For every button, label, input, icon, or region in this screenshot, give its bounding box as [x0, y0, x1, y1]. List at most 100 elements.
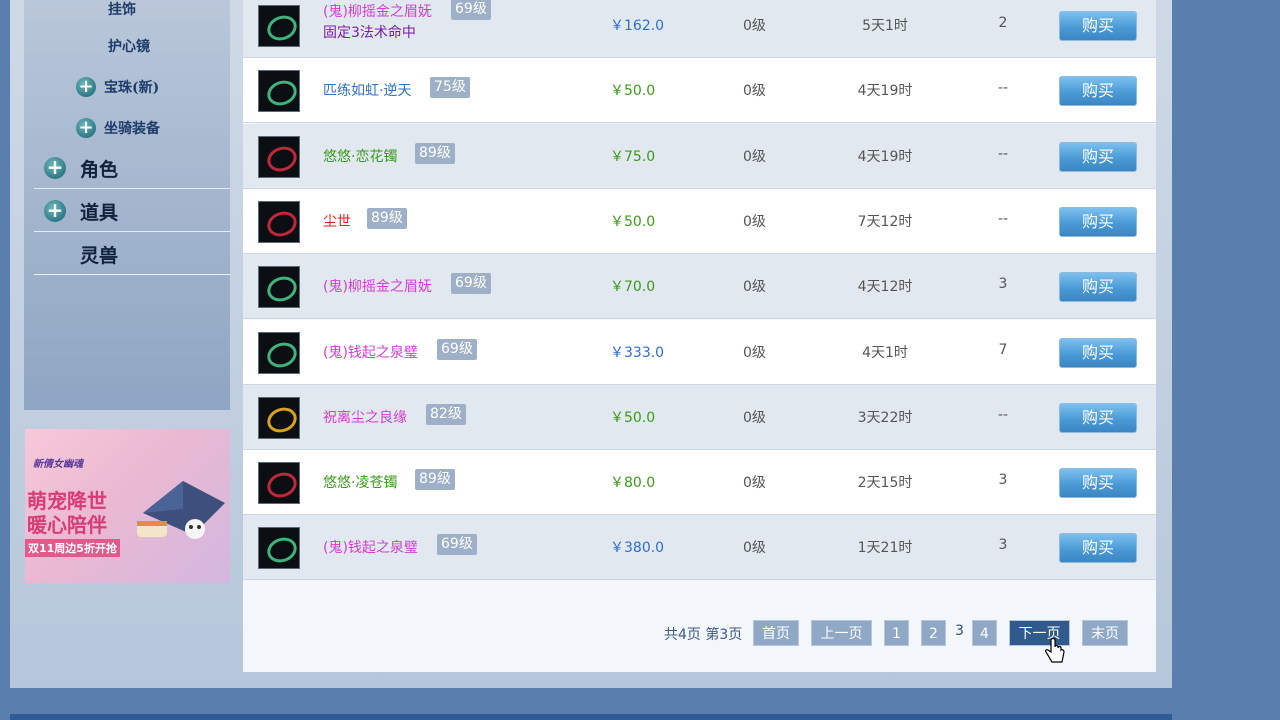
banner-headline-2: 暖心陪伴 [27, 513, 107, 537]
sidebar-item-label: 坐骑装备 [104, 121, 160, 137]
item-bracelet-icon[interactable] [258, 266, 301, 308]
bracelet-icon [263, 403, 301, 437]
first-page-button[interactable]: 首页 [753, 620, 799, 646]
sidebar-item-mount-gear[interactable]: + 坐骑装备 [24, 109, 230, 149]
bracelet-icon [263, 338, 301, 372]
sidebar-item-pendant[interactable]: 挂饰 [24, 0, 230, 30]
item-name[interactable]: (鬼)钱起之泉璧 [323, 342, 418, 362]
item-name[interactable]: 匹练如虹·逆天 [323, 80, 411, 100]
item-price: ￥80.0 [610, 475, 656, 491]
table-row: (鬼)钱起之泉璧 69级 ￥333.0 0级 4天1时 7 购买 [243, 320, 1156, 385]
time-remaining: 4天19时 [857, 83, 913, 99]
level-badge: 69级 [437, 534, 477, 555]
time-remaining: 4天19时 [857, 149, 913, 165]
last-page-button[interactable]: 末页 [1082, 620, 1128, 646]
item-price: ￥75.0 [610, 149, 656, 165]
buy-button[interactable]: 购买 [1059, 272, 1137, 302]
buy-button[interactable]: 购买 [1059, 76, 1137, 106]
item-bracelet-icon[interactable] [258, 527, 301, 569]
sidebar-item-label: 挂饰 [108, 2, 136, 18]
item-count: 7 [998, 342, 1008, 358]
sidebar-item-label: 道具 [80, 202, 119, 224]
prev-page-button[interactable]: 上一页 [811, 620, 872, 646]
buy-button[interactable]: 购买 [1059, 207, 1137, 237]
item-price: ￥50.0 [610, 410, 656, 426]
table-row: 悠悠·凌苍镯 89级 ￥80.0 0级 2天15时 3 购买 [243, 450, 1156, 515]
level-badge: 89级 [415, 469, 455, 490]
table-row: (鬼)柳摇金之眉妩 69级 固定3法术命中 ￥162.0 0级 5天1时 2 购买 [243, 0, 1156, 58]
required-level: 0级 [743, 279, 766, 295]
required-level: 0级 [743, 540, 766, 556]
item-count: -- [997, 211, 1009, 227]
required-level: 0级 [743, 410, 766, 426]
item-name[interactable]: 尘世 [323, 211, 351, 231]
page-1-button[interactable]: 1 [884, 620, 909, 646]
item-name[interactable]: 祝离尘之良缘 [323, 407, 407, 427]
page-info: 共4页 第3页 [664, 627, 743, 643]
bottom-bar [10, 714, 1172, 720]
buy-button[interactable]: 购买 [1059, 468, 1137, 498]
table-row: 匹练如虹·逆天 75级 ￥50.0 0级 4天19时 -- 购买 [243, 58, 1156, 123]
table-row: 祝离尘之良缘 82级 ￥50.0 0级 3天22时 -- 购买 [243, 385, 1156, 450]
promo-banner[interactable]: 新倩女幽魂 萌宠降世 暖心陪伴 双11周边5折开抢 [25, 429, 230, 583]
banner-promo-text: 双11周边5折开抢 [25, 539, 120, 557]
bracelet-icon [263, 142, 301, 176]
category-sidebar: 挂饰 护心镜 + 宝珠(新) + 坐骑装备 + 角色 + 道具 灵兽 [24, 0, 230, 410]
item-bracelet-icon[interactable] [258, 397, 301, 439]
table-row: (鬼)钱起之泉璧 69级 ￥380.0 0级 1天21时 3 购买 [243, 515, 1156, 580]
item-bracelet-icon[interactable] [258, 462, 301, 504]
buy-button[interactable]: 购买 [1059, 533, 1137, 563]
expand-plus-icon[interactable]: + [44, 157, 66, 179]
item-price: ￥50.0 [610, 83, 656, 99]
time-remaining: 2天15时 [857, 475, 913, 491]
bracelet-icon [263, 468, 301, 502]
expand-plus-icon[interactable]: + [76, 118, 96, 138]
item-bracelet-icon[interactable] [258, 70, 301, 112]
item-bracelet-icon[interactable] [258, 136, 301, 178]
sidebar-item-label: 灵兽 [80, 245, 119, 267]
item-name[interactable]: (鬼)柳摇金之眉妩 [323, 1, 432, 21]
sidebar-item-gem[interactable]: + 宝珠(新) [24, 68, 230, 108]
item-name[interactable]: (鬼)钱起之泉璧 [323, 537, 418, 557]
sidebar-item-pet[interactable]: 灵兽 [34, 232, 230, 275]
banner-logo: 新倩女幽魂 [33, 459, 83, 470]
item-bracelet-icon[interactable] [258, 5, 301, 47]
level-badge: 89级 [415, 143, 455, 164]
buy-button[interactable]: 购买 [1059, 11, 1137, 41]
required-level: 0级 [743, 475, 766, 491]
item-name[interactable]: 悠悠·恋花镯 [323, 146, 397, 166]
item-price: ￥333.0 [610, 345, 665, 361]
expand-plus-icon[interactable]: + [44, 200, 66, 222]
required-level: 0级 [743, 214, 766, 230]
item-count: -- [997, 407, 1009, 423]
current-page: 3 [955, 623, 964, 639]
level-badge: 89级 [367, 208, 407, 229]
item-count: 2 [998, 15, 1008, 31]
item-name[interactable]: 悠悠·凌苍镯 [323, 472, 397, 492]
bracelet-icon [263, 207, 301, 241]
sidebar-item-character[interactable]: + 角色 [34, 146, 230, 189]
level-badge: 69级 [451, 0, 491, 20]
page-4-button[interactable]: 4 [972, 620, 997, 646]
buy-button[interactable]: 购买 [1059, 403, 1137, 433]
time-remaining: 4天1时 [862, 345, 908, 361]
buy-button[interactable]: 购买 [1059, 142, 1137, 172]
umbrella-image [137, 481, 225, 539]
level-badge: 69级 [451, 273, 491, 294]
bracelet-icon [263, 11, 301, 45]
item-name[interactable]: (鬼)柳摇金之眉妩 [323, 276, 432, 296]
required-level: 0级 [743, 149, 766, 165]
required-level: 0级 [743, 18, 766, 34]
item-bracelet-icon[interactable] [258, 332, 301, 374]
sidebar-item-chest-guard[interactable]: 护心镜 [24, 27, 230, 67]
time-remaining: 3天22时 [857, 410, 913, 426]
buy-button[interactable]: 购买 [1059, 338, 1137, 368]
item-price: ￥162.0 [610, 18, 665, 34]
item-count: -- [997, 146, 1009, 162]
table-row: 尘世 89级 ￥50.0 0级 7天12时 -- 购买 [243, 189, 1156, 254]
expand-plus-icon[interactable]: + [76, 77, 96, 97]
item-bracelet-icon[interactable] [258, 201, 301, 243]
page-2-button[interactable]: 2 [921, 620, 946, 646]
sidebar-item-items[interactable]: + 道具 [34, 189, 230, 232]
sidebar-item-label: 宝珠(新) [104, 80, 160, 96]
